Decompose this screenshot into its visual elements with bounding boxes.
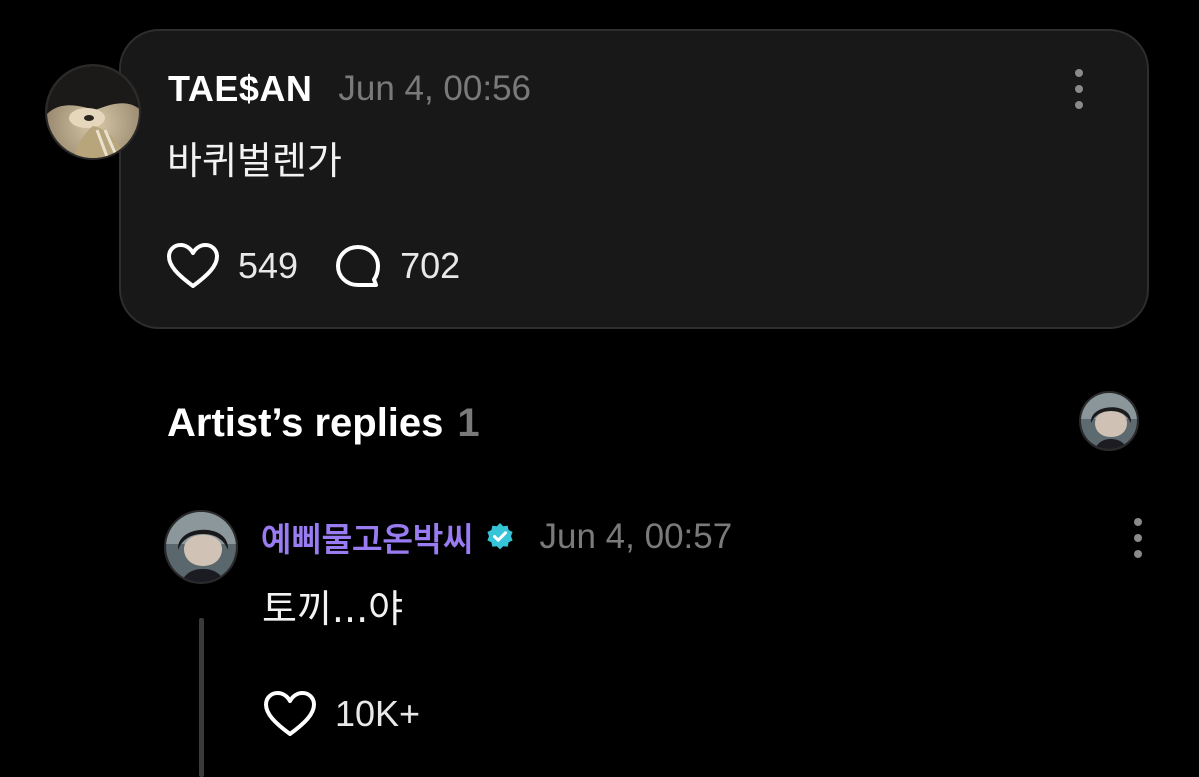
- reply-actions: 10K+: [263, 691, 420, 737]
- artist-name[interactable]: 예삐물고온박씨: [261, 513, 474, 561]
- verified-check-icon: [486, 523, 513, 550]
- artist-avatar[interactable]: [164, 510, 238, 584]
- speech-bubble-icon: [336, 245, 381, 287]
- reply-header: 예삐물고온박씨 Jun 4, 00:57: [261, 514, 732, 560]
- heart-outline-icon: [264, 691, 316, 736]
- artist-avatar-small-image: [1081, 393, 1137, 449]
- artist-replies-title: Artist’s replies: [167, 400, 444, 445]
- reply-timestamp: Jun 4, 00:57: [539, 517, 733, 556]
- like-count: 549: [238, 245, 299, 286]
- reply-like-button[interactable]: 10K+: [263, 690, 420, 738]
- artist-avatar-image: [166, 512, 236, 582]
- artist-avatar-small[interactable]: [1079, 391, 1139, 451]
- comment-button[interactable]: 702: [334, 243, 460, 289]
- post-text: 바퀴벌렌가: [167, 139, 342, 183]
- reply-like-count: 10K+: [335, 693, 421, 734]
- artist-replies-count: 1: [457, 400, 480, 445]
- post-timestamp: Jun 4, 00:56: [338, 69, 532, 108]
- heart-outline-icon: [167, 243, 219, 288]
- reply-text: 토끼...야: [262, 587, 404, 631]
- post-actions: 549 702: [166, 243, 460, 289]
- post-author-avatar[interactable]: [45, 64, 141, 160]
- reply-thread-line: [199, 618, 204, 777]
- post-author-name[interactable]: TAE$AN: [168, 68, 312, 110]
- like-button[interactable]: 549: [166, 242, 298, 290]
- post-author-avatar-image: [47, 66, 139, 158]
- reply-more-options-icon[interactable]: [1128, 518, 1148, 558]
- comment-count: 702: [400, 245, 461, 286]
- artist-replies-heading: Artist’s replies 1: [167, 398, 480, 448]
- post-header: TAE$AN Jun 4, 00:56: [168, 66, 531, 112]
- post-more-options-icon[interactable]: [1069, 69, 1089, 109]
